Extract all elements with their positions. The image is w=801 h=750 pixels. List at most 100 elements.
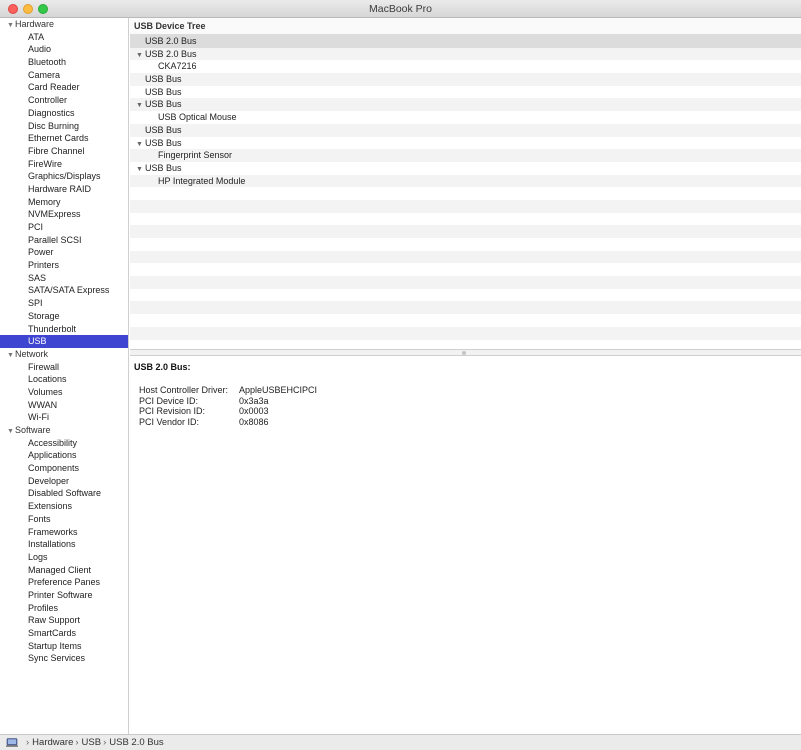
sidebar-item-spi[interactable]: SPI <box>0 297 128 310</box>
sidebar-item-thunderbolt[interactable]: Thunderbolt <box>0 323 128 336</box>
pane-splitter[interactable] <box>130 349 801 356</box>
sidebar-item-fonts[interactable]: Fonts <box>0 513 128 526</box>
sidebar-item-volumes[interactable]: Volumes <box>0 386 128 399</box>
sidebar-item-profiles[interactable]: Profiles <box>0 602 128 615</box>
tree-empty-row <box>130 199 801 213</box>
tree-row[interactable]: ▼ USB Bus <box>130 137 801 150</box>
detail-fields: Host Controller Driver: AppleUSBEHCIPCI PC… <box>139 385 797 427</box>
sidebar-item-sas[interactable]: SAS <box>0 272 128 285</box>
detail-field-value: AppleUSBEHCIPCI <box>239 385 318 395</box>
sidebar-item-wwan[interactable]: WWAN <box>0 399 128 412</box>
sidebar-item-ata[interactable]: ATA <box>0 31 128 44</box>
sidebar-item-power[interactable]: Power <box>0 246 128 259</box>
disclosure-triangle-icon[interactable]: ▼ <box>136 164 145 177</box>
sidebar-item-diagnostics[interactable]: Diagnostics <box>0 107 128 120</box>
tree-row-label: USB Bus <box>145 74 182 85</box>
sidebar-item-camera[interactable]: Camera <box>0 69 128 82</box>
tree-row[interactable]: ▼ USB Bus <box>130 162 801 175</box>
sidebar-item-disc-burning[interactable]: Disc Burning <box>0 120 128 133</box>
category-sidebar[interactable]: ▼Hardware ATA Audio Bluetooth Camera Card Rea… <box>0 18 129 734</box>
sidebar-item-parallel-scsi[interactable]: Parallel SCSI <box>0 234 128 247</box>
computer-icon <box>6 738 18 747</box>
main-content: USB Device Tree USB 2.0 Bus ▼ USB 2.0 Bus C… <box>130 18 801 734</box>
tree-row[interactable]: USB Bus <box>130 86 801 99</box>
detail-field-row: PCI Revision ID: 0x0003 <box>139 406 797 417</box>
sidebar-item-memory[interactable]: Memory <box>0 196 128 209</box>
sidebar-item-printer-software[interactable]: Printer Software <box>0 589 128 602</box>
tree-empty-row <box>130 238 801 251</box>
breadcrumb-item-hardware[interactable]: Hardware <box>32 737 73 748</box>
disclosure-triangle-icon[interactable]: ▼ <box>7 20 15 33</box>
disclosure-triangle-icon[interactable]: ▼ <box>136 50 145 63</box>
tree-row[interactable]: ▼ USB Bus <box>130 98 801 113</box>
splitter-handle[interactable] <box>462 351 466 355</box>
usb-device-tree[interactable]: USB 2.0 Bus ▼ USB 2.0 Bus CKA7216 USB Bus USB… <box>130 35 801 349</box>
tree-empty-row <box>130 301 801 315</box>
disclosure-triangle-icon[interactable]: ▼ <box>136 100 145 113</box>
sidebar-item-controller[interactable]: Controller <box>0 94 128 107</box>
sidebar-item-locations[interactable]: Locations <box>0 373 128 386</box>
sidebar-item-nvmexpress[interactable]: NVMExpress <box>0 208 128 221</box>
breadcrumb-item-usb[interactable]: USB <box>82 737 102 748</box>
sidebar-item-ethernet-cards[interactable]: Ethernet Cards <box>0 132 128 145</box>
tree-row-label: USB Bus <box>145 86 182 97</box>
sidebar-item-storage[interactable]: Storage <box>0 310 128 323</box>
sidebar-item-raw-support[interactable]: Raw Support <box>0 614 128 627</box>
sidebar-item-graphics-displays[interactable]: Graphics/Displays <box>0 170 128 183</box>
sidebar-item-accessibility[interactable]: Accessibility <box>0 437 128 450</box>
sidebar-item-bluetooth[interactable]: Bluetooth <box>0 56 128 69</box>
breadcrumb-item-usb-2-0-bus[interactable]: USB 2.0 Bus <box>109 737 163 748</box>
sidebar-item-frameworks[interactable]: Frameworks <box>0 526 128 539</box>
sidebar-item-sync-services[interactable]: Sync Services <box>0 652 128 665</box>
sidebar-item-components[interactable]: Components <box>0 462 128 475</box>
tree-row[interactable]: CKA7216 <box>130 60 801 73</box>
sidebar-item-pci[interactable]: PCI <box>0 221 128 234</box>
sidebar-group-hardware[interactable]: ▼Hardware <box>0 18 128 31</box>
tree-empty-row <box>130 289 801 302</box>
window-title: MacBook Pro <box>368 3 433 15</box>
tree-row-label: USB Bus <box>145 124 182 135</box>
sidebar-item-installations[interactable]: Installations <box>0 538 128 551</box>
title-bar[interactable]: MacBook Pro <box>0 0 801 18</box>
breadcrumb: › Hardware › USB › USB 2.0 Bus <box>24 735 164 750</box>
sidebar-item-fibre-channel[interactable]: Fibre Channel <box>0 145 128 158</box>
sidebar-item-managed-client[interactable]: Managed Client <box>0 564 128 577</box>
sidebar-item-firewall[interactable]: Firewall <box>0 361 128 374</box>
sidebar-group-label: Software <box>15 425 51 435</box>
disclosure-triangle-icon[interactable]: ▼ <box>7 350 15 363</box>
tree-row[interactable]: USB 2.0 Bus <box>130 35 801 48</box>
tree-empty-row <box>130 276 801 289</box>
sidebar-item-card-reader[interactable]: Card Reader <box>0 81 128 94</box>
sidebar-item-extensions[interactable]: Extensions <box>0 500 128 513</box>
tree-row[interactable]: USB Optical Mouse <box>130 111 801 124</box>
detail-field-row: PCI Device ID: 0x3a3a <box>139 396 797 407</box>
sidebar-item-sata-sata-express[interactable]: SATA/SATA Express <box>0 284 128 297</box>
detail-field-key: PCI Vendor ID: <box>139 416 200 427</box>
sidebar-item-usb[interactable]: USB <box>0 335 128 348</box>
sidebar-item-developer[interactable]: Developer <box>0 475 128 488</box>
tree-row-label: USB Bus <box>145 137 182 148</box>
sidebar-item-disabled-software[interactable]: Disabled Software <box>0 487 128 500</box>
tree-empty-row <box>130 250 801 264</box>
sidebar-item-logs[interactable]: Logs <box>0 551 128 564</box>
sidebar-item-smartcards[interactable]: SmartCards <box>0 627 128 640</box>
sidebar-item-printers[interactable]: Printers <box>0 259 128 272</box>
sidebar-item-wi-fi[interactable]: Wi-Fi <box>0 411 128 424</box>
sidebar-item-applications[interactable]: Applications <box>0 449 128 462</box>
tree-row[interactable]: ▼ USB 2.0 Bus <box>130 47 801 63</box>
tree-row[interactable]: USB Bus <box>130 73 801 86</box>
sidebar-group-software[interactable]: ▼Software <box>0 424 128 437</box>
tree-row[interactable]: HP Integrated Module <box>130 174 801 188</box>
sidebar-item-hardware-raid[interactable]: Hardware RAID <box>0 183 128 196</box>
disclosure-triangle-icon[interactable]: ▼ <box>136 139 145 152</box>
sidebar-item-audio[interactable]: Audio <box>0 43 128 56</box>
disclosure-triangle-icon[interactable]: ▼ <box>7 426 15 439</box>
device-tree-header[interactable]: USB Device Tree <box>130 18 801 35</box>
sidebar-group-network[interactable]: ▼Network <box>0 348 128 361</box>
tree-row[interactable]: Fingerprint Sensor <box>130 149 801 162</box>
sidebar-item-firewire[interactable]: FireWire <box>0 158 128 171</box>
status-bar: › Hardware › USB › USB 2.0 Bus <box>0 734 801 750</box>
sidebar-item-preference-panes[interactable]: Preference Panes <box>0 576 128 589</box>
tree-row[interactable]: USB Bus <box>130 123 801 137</box>
sidebar-item-startup-items[interactable]: Startup Items <box>0 640 128 653</box>
